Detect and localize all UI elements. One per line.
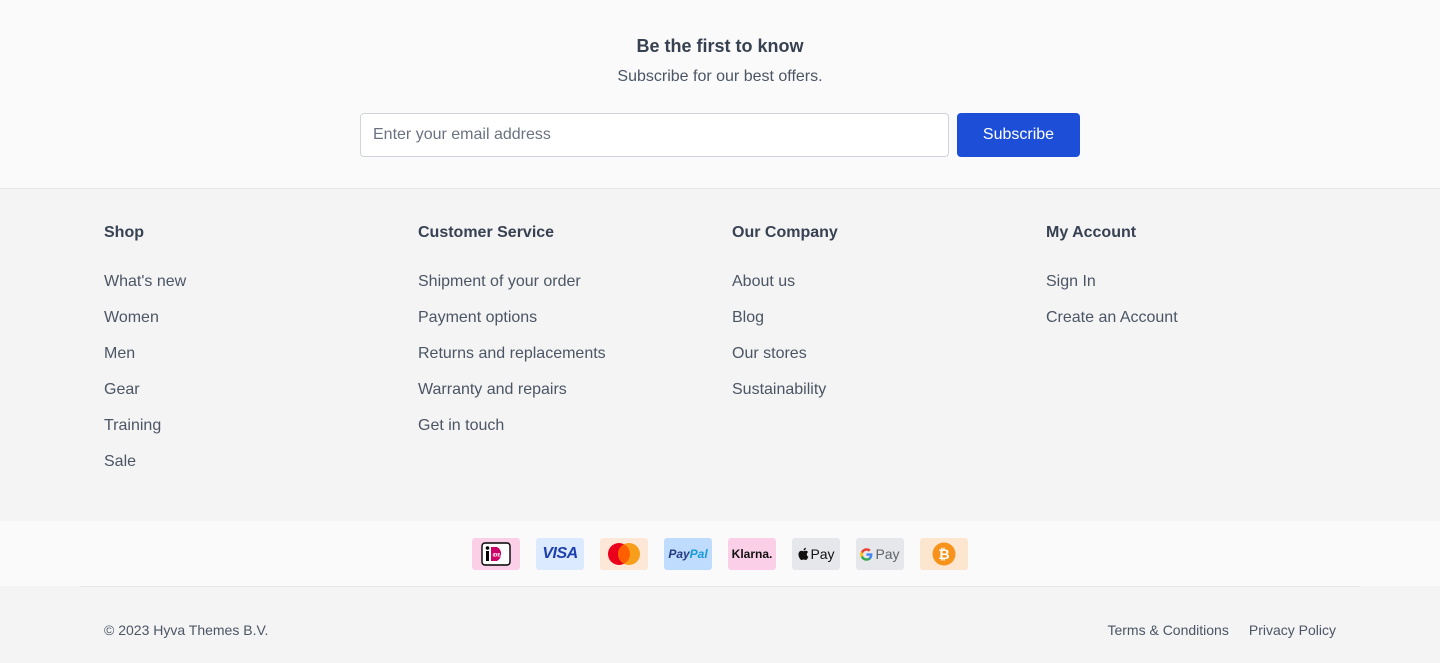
footer-link-create-account[interactable]: Create an Account <box>1046 309 1178 326</box>
footer-link-sustainability[interactable]: Sustainability <box>732 381 826 398</box>
footer-link-shipment[interactable]: Shipment of your order <box>418 273 581 290</box>
footer-link-get-in-touch[interactable]: Get in touch <box>418 417 504 434</box>
google-pay-label: Pay <box>875 546 900 562</box>
klarna-label: Klarna. <box>731 547 773 561</box>
newsletter-subtitle: Subscribe for our best offers. <box>617 68 823 85</box>
footer-link-our-stores[interactable]: Our stores <box>732 345 807 362</box>
google-pay-icon: Pay <box>856 538 904 570</box>
email-input[interactable] <box>360 113 949 157</box>
link-list: What's new Women Men Gear Training Sale <box>104 272 186 488</box>
column-heading: My Account <box>1046 224 1137 241</box>
privacy-policy-link[interactable]: Privacy Policy <box>1249 622 1336 638</box>
footer-link-blog[interactable]: Blog <box>732 309 764 326</box>
footer-link-payment-options[interactable]: Payment options <box>418 309 537 326</box>
column-heading: Our Company <box>732 224 838 241</box>
klarna-icon: Klarna. <box>728 538 776 570</box>
apple-pay-icon: Pay <box>792 538 840 570</box>
mastercard-icon <box>600 538 648 570</box>
newsletter-section: Be the first to know Subscribe for our b… <box>0 0 1440 189</box>
footer-link-about-us[interactable]: About us <box>732 273 795 290</box>
footer-link-gear[interactable]: Gear <box>104 381 140 398</box>
column-heading: Customer Service <box>418 224 555 241</box>
footer-link-sign-in[interactable]: Sign In <box>1046 273 1096 290</box>
visa-label: VISA <box>542 545 578 562</box>
footer-link-men[interactable]: Men <box>104 345 135 362</box>
bitcoin-icon: ₿ <box>920 538 968 570</box>
paypal-label-pal: Pal <box>689 547 708 561</box>
ideal-label: iDEAL <box>493 553 507 558</box>
column-heading: Shop <box>104 224 144 241</box>
ideal-icon: iDEAL <box>472 538 520 570</box>
terms-link[interactable]: Terms & Conditions <box>1107 622 1228 638</box>
link-list: About us Blog Our stores Sustainability <box>732 272 826 416</box>
footer-bottom-bar: © 2023 Hyva Themes B.V. Terms & Conditio… <box>0 587 1440 663</box>
footer-link-returns[interactable]: Returns and replacements <box>418 345 606 362</box>
newsletter-form: Subscribe <box>360 113 1080 157</box>
footer-link-whats-new[interactable]: What's new <box>104 273 186 290</box>
subscribe-button[interactable]: Subscribe <box>957 113 1080 157</box>
paypal-label-pay: Pay <box>668 547 690 561</box>
payment-icons-row: iDEAL VISA Pay Pal Klarna. Pay Pay ₿ <box>472 538 968 570</box>
footer-link-training[interactable]: Training <box>104 417 161 434</box>
link-list: Sign In Create an Account <box>1046 272 1178 344</box>
svg-text:₿: ₿ <box>938 547 949 563</box>
link-list: Shipment of your order Payment options R… <box>418 272 606 452</box>
footer-link-women[interactable]: Women <box>104 309 159 326</box>
visa-icon: VISA <box>536 538 584 570</box>
footer-link-sale[interactable]: Sale <box>104 453 136 470</box>
footer-link-warranty[interactable]: Warranty and repairs <box>418 381 567 398</box>
payment-methods: iDEAL VISA Pay Pal Klarna. Pay Pay ₿ <box>0 521 1440 586</box>
paypal-icon: Pay Pal <box>664 538 712 570</box>
footer-links: Shop What's new Women Men Gear Training … <box>0 189 1440 521</box>
copyright-text: © 2023 Hyva Themes B.V. <box>104 622 269 638</box>
legal-links: Terms & Conditions Privacy Policy <box>1107 622 1336 638</box>
apple-pay-label: Pay <box>810 546 835 562</box>
newsletter-title: Be the first to know <box>636 36 804 56</box>
